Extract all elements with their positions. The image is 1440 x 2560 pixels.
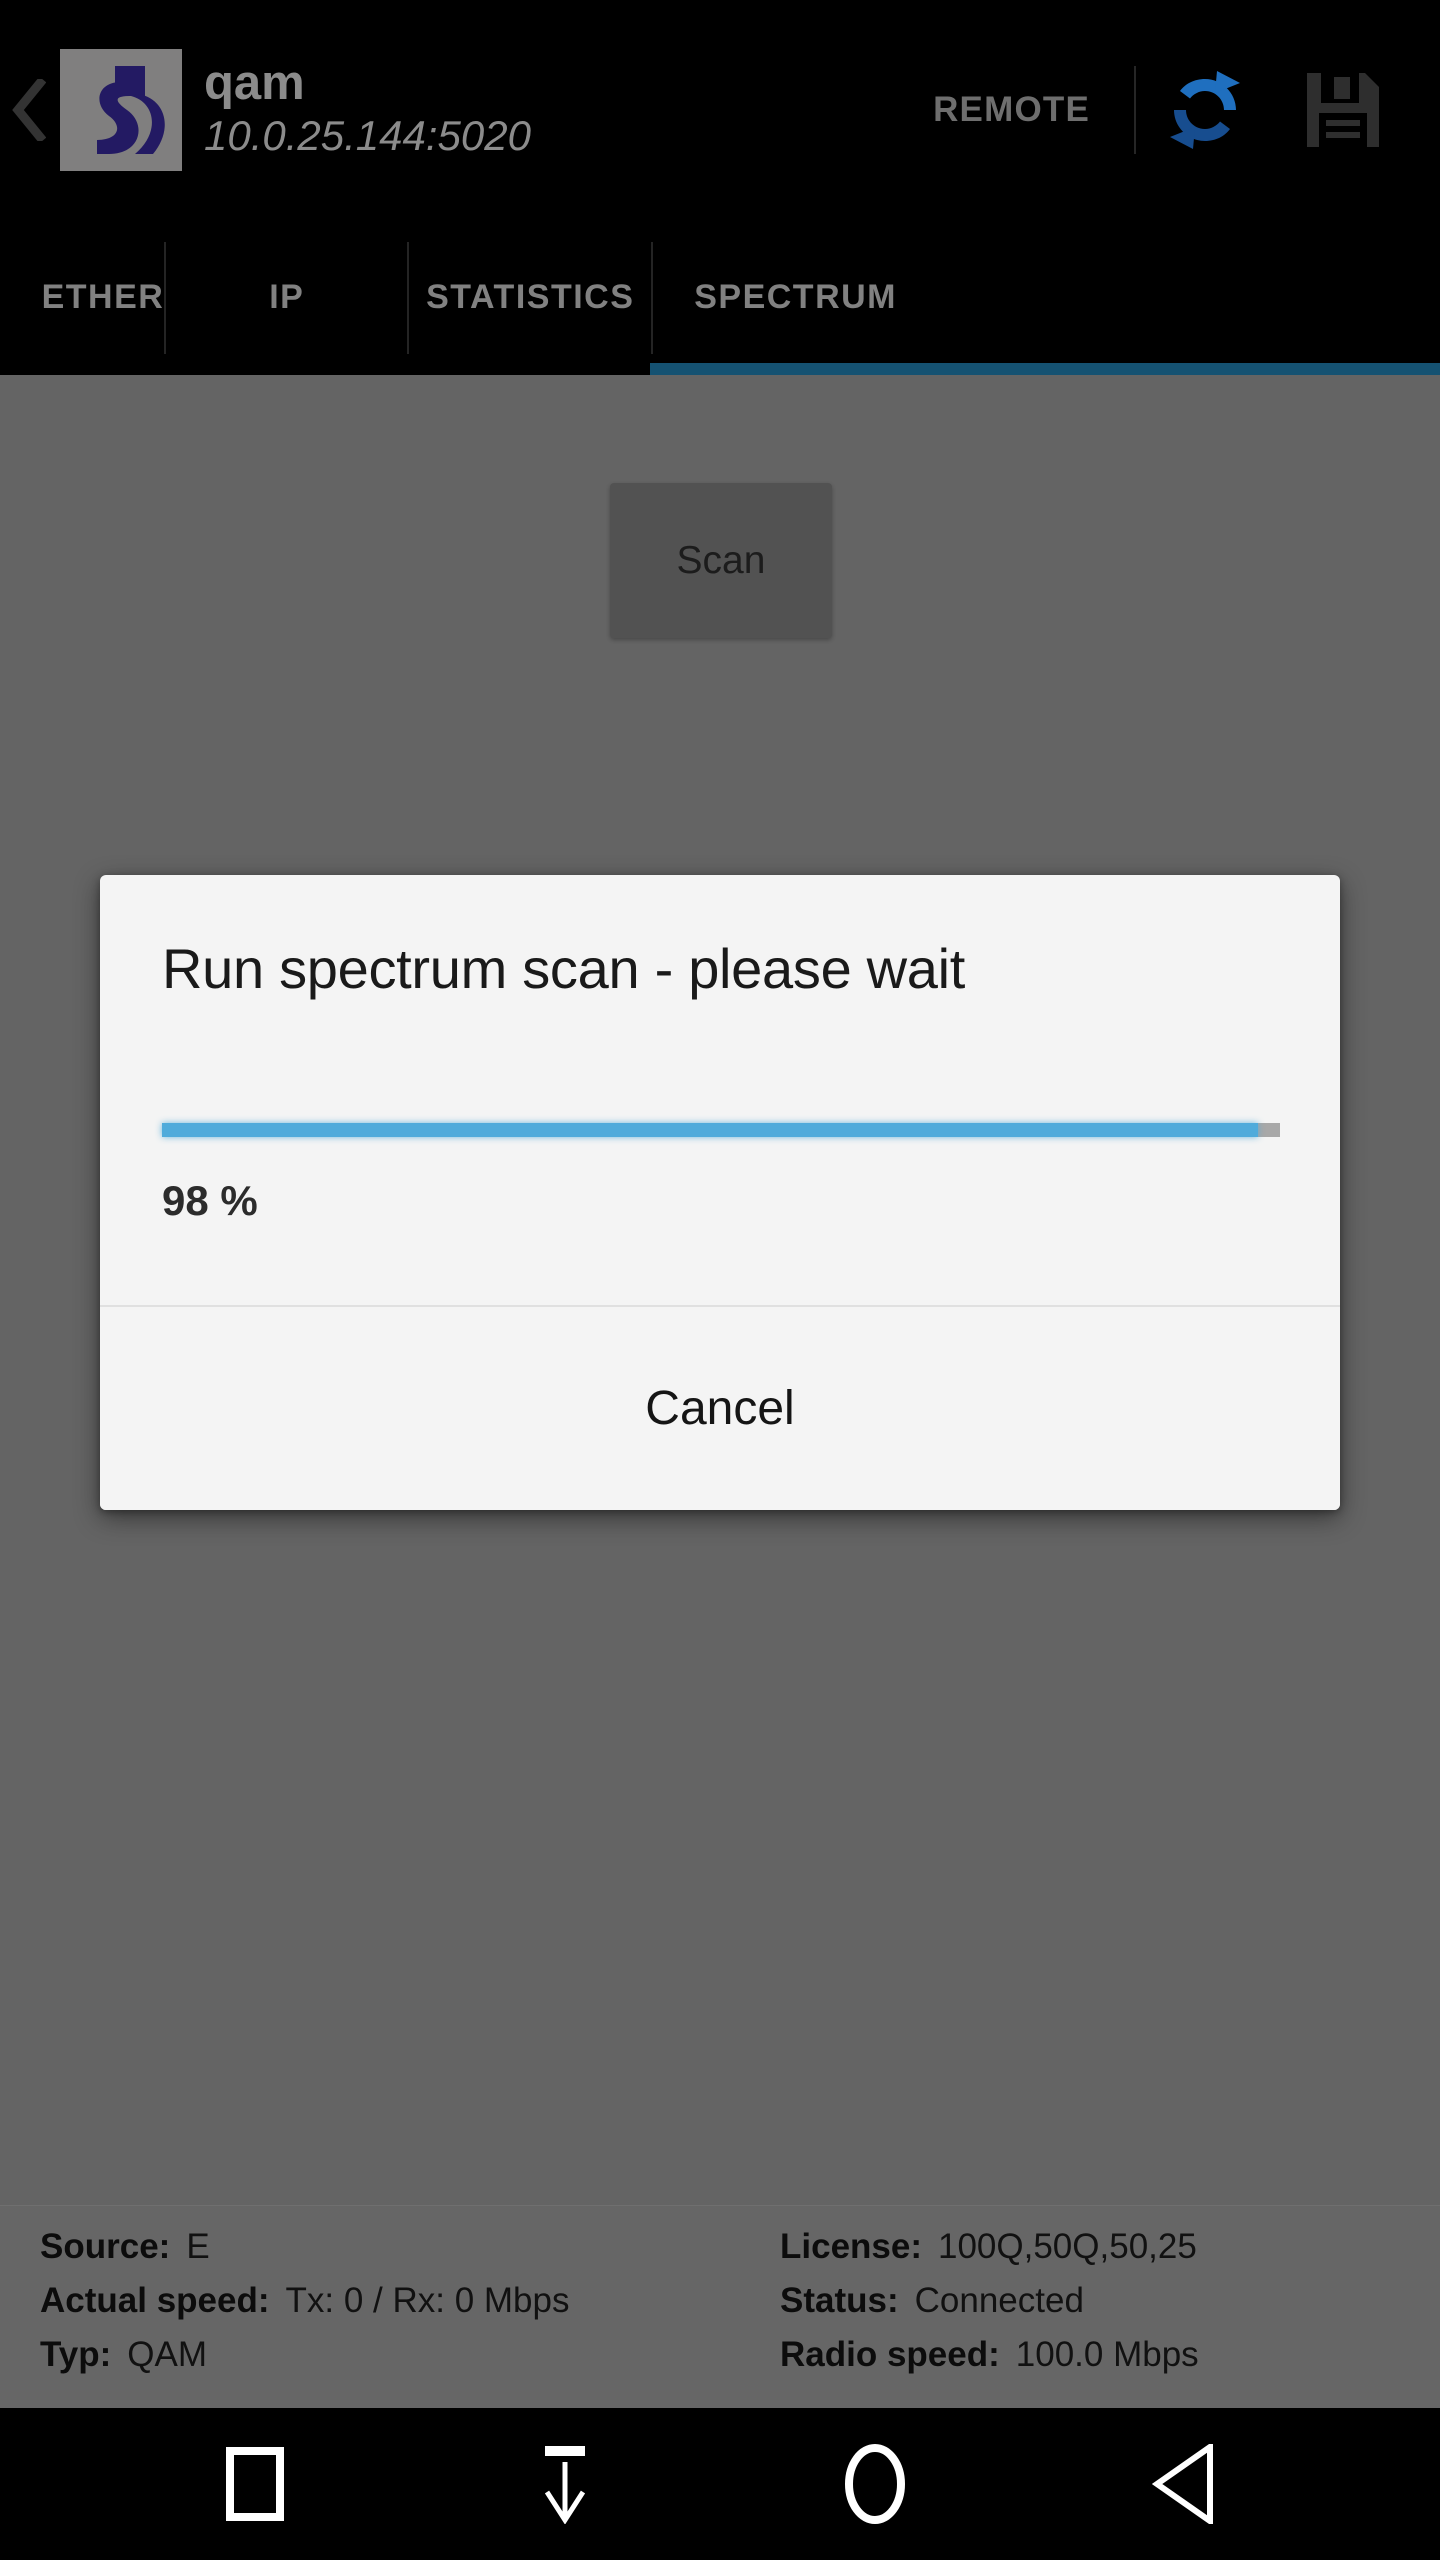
save-button[interactable]: [1274, 40, 1412, 180]
home-circle-icon: [844, 2444, 906, 2524]
progress-percent-label: 98 %: [162, 1177, 258, 1224]
status-value: QAM: [127, 2335, 208, 2374]
tab-statistics[interactable]: STATISTICS: [409, 220, 651, 375]
active-tab-indicator: [650, 363, 1440, 375]
back-triangle-icon: [1152, 2444, 1218, 2524]
app-screen: qam 10.0.25.144:5020 REMOTE ETHER IP STA…: [0, 0, 1440, 2560]
status-info-bar: Source: E License: 100Q,50Q,50,25 Actual…: [0, 2205, 1440, 2408]
progress-fill: [162, 1123, 1258, 1137]
status-value: 100Q,50Q,50,25: [938, 2227, 1197, 2266]
status-label: Actual speed:: [40, 2281, 270, 2320]
status-label: Typ:: [40, 2335, 112, 2374]
app-title-block: qam 10.0.25.144:5020: [204, 45, 531, 175]
status-row: Source: E License: 100Q,50Q,50,25: [0, 2220, 1440, 2274]
status-actual-speed: Actual speed: Tx: 0 / Rx: 0 Mbps: [0, 2281, 760, 2321]
status-value: Tx: 0 / Rx: 0 Mbps: [285, 2281, 570, 2320]
status-radio-speed: Radio speed: 100.0 Mbps: [760, 2335, 1440, 2375]
tab-ether[interactable]: ETHER: [0, 220, 164, 375]
app-logo-icon: [69, 58, 173, 162]
hide-keyboard-down-arrow-icon: [527, 2444, 603, 2524]
progress-bar: [162, 1123, 1280, 1137]
status-row: Actual speed: Tx: 0 / Rx: 0 Mbps Status:…: [0, 2274, 1440, 2328]
cancel-button[interactable]: Cancel: [100, 1307, 1340, 1510]
recents-button[interactable]: [185, 2408, 325, 2560]
dialog-title: Run spectrum scan - please wait: [162, 937, 966, 1000]
refresh-button[interactable]: [1136, 40, 1274, 180]
app-bar: qam 10.0.25.144:5020 REMOTE: [0, 0, 1440, 220]
refresh-icon: [1162, 67, 1248, 153]
status-source: Source: E: [0, 2227, 760, 2267]
progress-dialog: Run spectrum scan - please wait 98 % Can…: [100, 875, 1340, 1510]
status-label: Radio speed:: [780, 2335, 1000, 2374]
status-value: 100.0 Mbps: [1015, 2335, 1199, 2374]
status-license: License: 100Q,50Q,50,25: [760, 2227, 1440, 2267]
status-label: License:: [780, 2227, 922, 2266]
status-value: E: [186, 2227, 210, 2266]
save-floppy-icon: [1303, 69, 1383, 151]
tab-bar: ETHER IP STATISTICS SPECTRUM: [0, 220, 1440, 375]
status-connection-status: Status: Connected: [760, 2281, 1440, 2321]
status-value: Connected: [914, 2281, 1084, 2320]
tab-spectrum[interactable]: SPECTRUM: [653, 220, 1440, 375]
status-type: Typ: QAM: [0, 2335, 760, 2375]
scan-button[interactable]: Scan: [610, 483, 832, 638]
status-label: Source:: [40, 2227, 171, 2266]
status-row: Typ: QAM Radio speed: 100.0 Mbps: [0, 2328, 1440, 2382]
status-label: Status:: [780, 2281, 899, 2320]
dialog-body: Run spectrum scan - please wait 98 %: [100, 875, 1340, 1305]
chevron-left-icon: [12, 79, 46, 141]
back-button[interactable]: [0, 0, 58, 220]
android-nav-bar: [0, 2408, 1440, 2560]
tab-ip[interactable]: IP: [166, 220, 407, 375]
remote-label: REMOTE: [933, 90, 1090, 129]
recents-square-icon: [225, 2446, 285, 2522]
page-title: qam: [204, 56, 305, 110]
hide-keyboard-button[interactable]: [495, 2408, 635, 2560]
device-address: 10.0.25.144:5020: [204, 112, 531, 159]
app-logo[interactable]: [60, 49, 182, 171]
home-button[interactable]: [805, 2408, 945, 2560]
back-button-nav[interactable]: [1115, 2408, 1255, 2560]
